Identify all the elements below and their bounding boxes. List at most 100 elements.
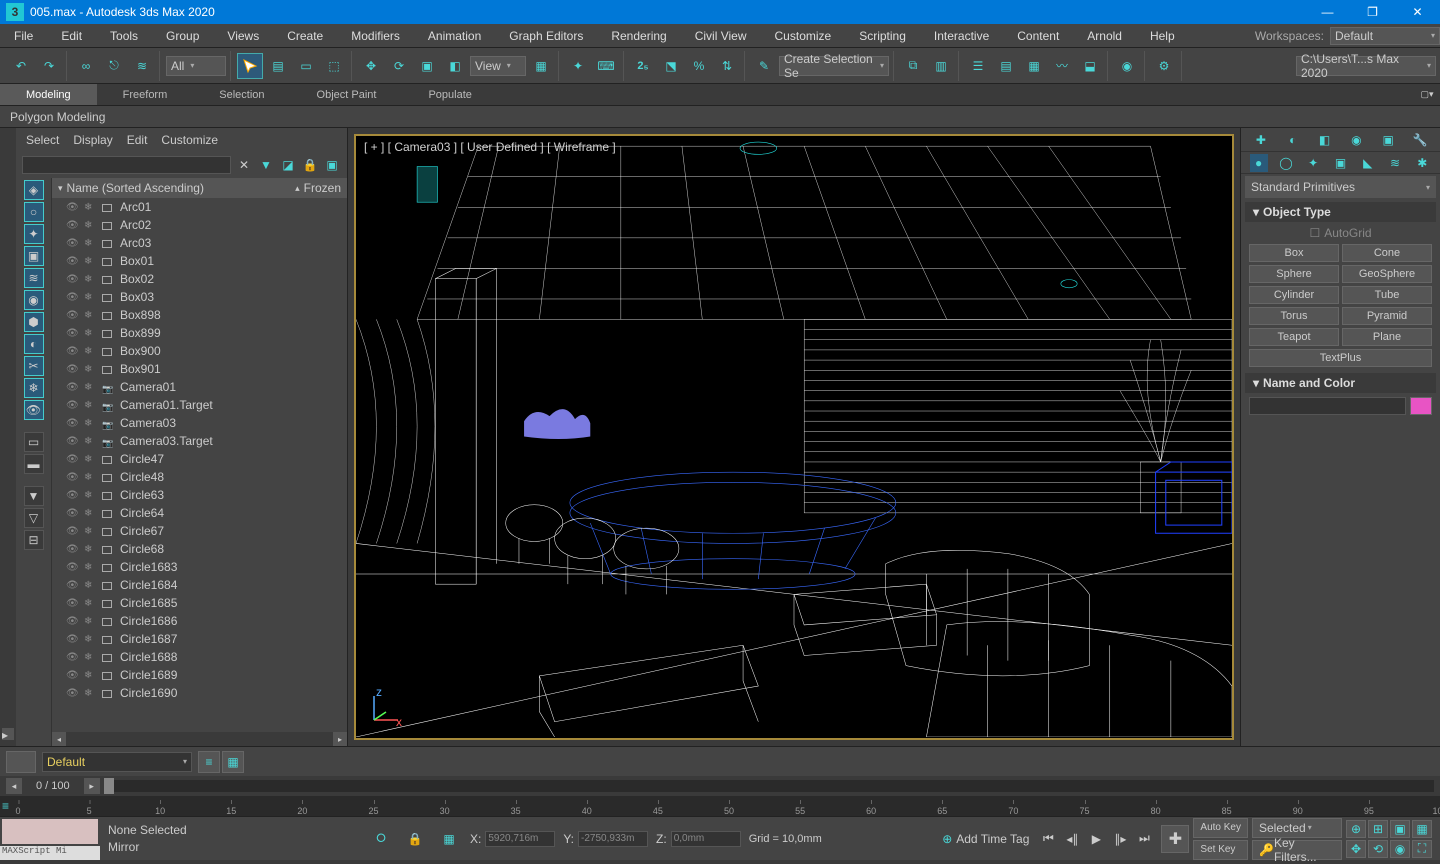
scene-row[interactable]: 👁❄Camera03.Target — [52, 432, 347, 450]
freeze-icon[interactable]: ❄ — [84, 346, 98, 357]
filter-xrefs-icon[interactable]: ◐ — [24, 334, 44, 354]
display-none-icon[interactable]: ▭ — [24, 432, 44, 452]
menu-help[interactable]: Help — [1136, 24, 1189, 47]
visibility-icon[interactable]: 👁 — [66, 220, 80, 231]
scene-row[interactable]: 👁❄Circle1686 — [52, 612, 347, 630]
zoom-extents-icon[interactable]: ▣ — [1390, 820, 1410, 838]
scene-row[interactable]: 👁❄Arc03 — [52, 234, 347, 252]
angle-snap-button[interactable]: ⬔ — [658, 53, 684, 79]
tab-display-icon[interactable]: ▣ — [1377, 130, 1399, 150]
percent-snap-button[interactable]: % — [686, 53, 712, 79]
max-viewport-icon[interactable]: ⛶ — [1412, 840, 1432, 858]
filter-lights-icon[interactable]: ✦ — [24, 224, 44, 244]
freeze-icon[interactable]: ❄ — [84, 688, 98, 699]
display-all-icon[interactable]: ▬ — [24, 454, 44, 474]
autogrid-checkbox[interactable]: ☐AutoGrid — [1249, 226, 1432, 240]
primitive-box-button[interactable]: Box — [1249, 244, 1339, 262]
freeze-icon[interactable]: ❄ — [84, 598, 98, 609]
scene-row[interactable]: 👁❄Circle67 — [52, 522, 347, 540]
prev-frame-button[interactable]: ◂∥ — [1061, 828, 1083, 850]
scene-row[interactable]: 👁❄Circle68 — [52, 540, 347, 558]
scene-lock-button[interactable]: 🔒 — [301, 156, 319, 174]
hscroll-left[interactable]: ◂ — [52, 732, 66, 746]
sort-alpha-icon[interactable]: ▽ — [24, 508, 44, 528]
coord-x-input[interactable] — [485, 831, 555, 847]
scene-row[interactable]: 👁❄Box900 — [52, 342, 347, 360]
menu-animation[interactable]: Animation — [414, 24, 495, 47]
scene-row[interactable]: 👁❄Box901 — [52, 360, 347, 378]
scene-row[interactable]: 👁❄Arc02 — [52, 216, 347, 234]
filter-bone-icon[interactable]: ✂ — [24, 356, 44, 376]
tab-motion-icon[interactable]: ◉ — [1345, 130, 1367, 150]
time-slider-prev[interactable]: ◂ — [6, 778, 22, 794]
next-frame-button[interactable]: ∥▸ — [1109, 828, 1131, 850]
freeze-icon[interactable]: ❄ — [84, 436, 98, 447]
scene-row[interactable]: 👁❄Circle1690 — [52, 684, 347, 702]
visibility-icon[interactable]: 👁 — [66, 310, 80, 321]
viewport-label[interactable]: [ + ] [ Camera03 ] [ User Defined ] [ Wi… — [364, 140, 616, 154]
workspaces-dropdown[interactable]: Default — [1330, 27, 1440, 45]
layer-stack-icon[interactable]: ≡ — [198, 751, 220, 773]
se-menu-select[interactable]: Select — [26, 133, 59, 147]
menu-scripting[interactable]: Scripting — [845, 24, 920, 47]
filter-frozen-icon[interactable]: 👁 — [24, 400, 44, 420]
visibility-icon[interactable]: 👁 — [66, 346, 80, 357]
select-object-button[interactable] — [237, 53, 263, 79]
scene-row[interactable]: 👁❄Arc01 — [52, 198, 347, 216]
visibility-icon[interactable]: 👁 — [66, 526, 80, 537]
scene-explorer-button[interactable]: ☰ — [965, 53, 991, 79]
scene-row[interactable]: 👁❄Circle47 — [52, 450, 347, 468]
scene-row[interactable]: 👁❄Box02 — [52, 270, 347, 288]
primitive-geosphere-button[interactable]: GeoSphere — [1342, 265, 1432, 283]
auto-key-button[interactable]: Auto Key — [1193, 818, 1248, 838]
scene-row[interactable]: 👁❄Circle1688 — [52, 648, 347, 666]
primitive-cylinder-button[interactable]: Cylinder — [1249, 286, 1339, 304]
filter-shapes-icon[interactable]: ○ — [24, 202, 44, 222]
tab-hierarchy-icon[interactable]: ◧ — [1314, 130, 1336, 150]
visibility-icon[interactable]: 👁 — [66, 670, 80, 681]
scene-row[interactable]: 👁❄Box01 — [52, 252, 347, 270]
menu-group[interactable]: Group — [152, 24, 213, 47]
primitive-cone-button[interactable]: Cone — [1342, 244, 1432, 262]
primitive-textplus-button[interactable]: TextPlus — [1249, 349, 1432, 367]
menu-create[interactable]: Create — [273, 24, 337, 47]
subtab-lights-icon[interactable]: ✦ — [1304, 154, 1322, 172]
selection-filter-dropdown[interactable]: All — [166, 56, 226, 76]
freeze-icon[interactable]: ❄ — [84, 544, 98, 555]
time-slider-track[interactable] — [104, 780, 1434, 792]
material-editor-button[interactable]: ◉ — [1114, 53, 1140, 79]
align-button[interactable]: ▥ — [928, 53, 954, 79]
visibility-icon[interactable]: 👁 — [66, 634, 80, 645]
primitive-pyramid-button[interactable]: Pyramid — [1342, 307, 1432, 325]
object-name-input[interactable] — [1249, 397, 1406, 415]
filter-containers-icon[interactable]: ❄ — [24, 378, 44, 398]
play-button[interactable]: ▶ — [1085, 828, 1107, 850]
scene-row[interactable]: 👁❄Circle63 — [52, 486, 347, 504]
visibility-icon[interactable]: 👁 — [66, 418, 80, 429]
viewport[interactable]: [ + ] [ Camera03 ] [ User Defined ] [ Wi… — [354, 134, 1234, 740]
filter-helpers-icon[interactable]: ≋ — [24, 268, 44, 288]
menu-edit[interactable]: Edit — [47, 24, 96, 47]
rotate-button[interactable]: ⟳ — [386, 53, 412, 79]
freeze-icon[interactable]: ❄ — [84, 454, 98, 465]
toggle-ribbon-button[interactable]: ▦ — [1021, 53, 1047, 79]
zoom-all-icon[interactable]: ⊞ — [1368, 820, 1388, 838]
visibility-icon[interactable]: 👁 — [66, 364, 80, 375]
scene-row[interactable]: 👁❄Circle48 — [52, 468, 347, 486]
viewport-axis-gizmo[interactable]: z x — [366, 688, 406, 728]
freeze-icon[interactable]: ❄ — [84, 400, 98, 411]
visibility-icon[interactable]: 👁 — [66, 400, 80, 411]
menu-arnold[interactable]: Arnold — [1073, 24, 1136, 47]
bind-button[interactable]: ≋ — [129, 53, 155, 79]
scene-row[interactable]: 👁❄Circle1689 — [52, 666, 347, 684]
key-filters-button[interactable]: 🔑Key Filters... — [1252, 840, 1342, 860]
visibility-icon[interactable]: 👁 — [66, 544, 80, 555]
select-by-name-button[interactable]: ▤ — [265, 53, 291, 79]
edit-named-sel-button[interactable]: ✎ — [751, 53, 777, 79]
tab-modify-icon[interactable]: ◐ — [1282, 130, 1304, 150]
menu-content[interactable]: Content — [1003, 24, 1073, 47]
ref-coord-dropdown[interactable]: View — [470, 56, 526, 76]
schematic-view-button[interactable]: ⬓ — [1077, 53, 1103, 79]
filter-cameras-icon[interactable]: ▣ — [24, 246, 44, 266]
project-path-dropdown[interactable]: C:\Users\T...s Max 2020 — [1296, 56, 1436, 76]
